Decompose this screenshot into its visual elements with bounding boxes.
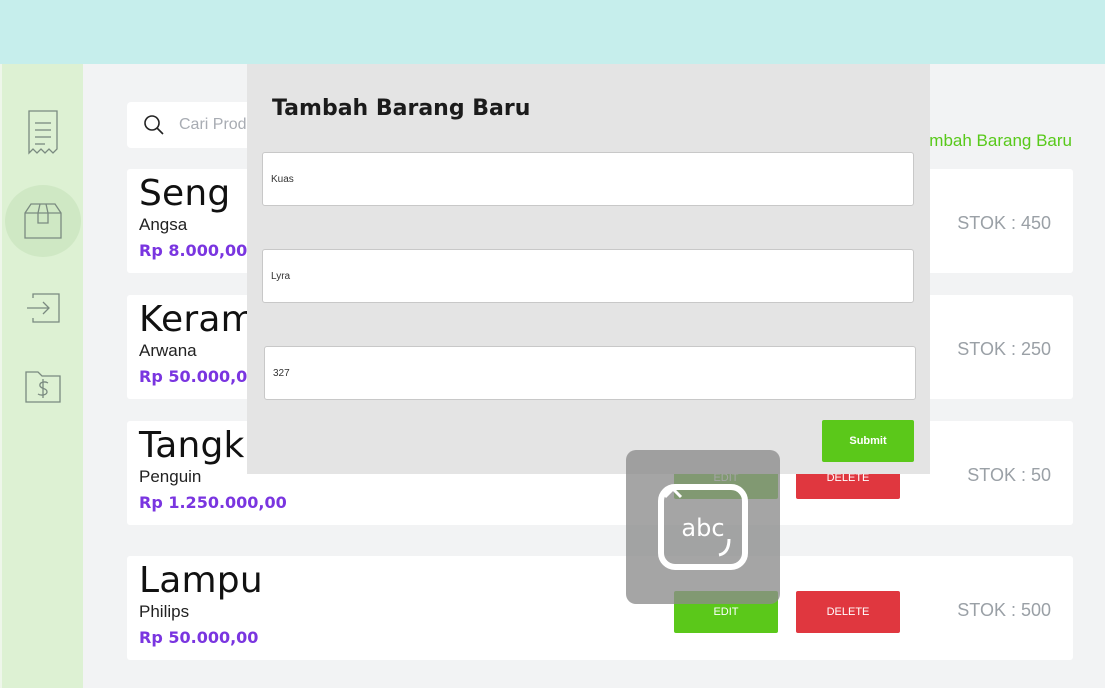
top-bar (0, 0, 1105, 64)
sidebar (0, 64, 83, 688)
modal-title: Tambah Barang Baru (272, 96, 531, 121)
product-stock: STOK : 450 (957, 213, 1051, 233)
keyboard-overlay-text: abc (681, 514, 724, 542)
product-brand-field[interactable] (262, 249, 914, 303)
product-card: Lampu Philips Rp 50.000,00 EDIT DELETE S… (127, 556, 1073, 660)
sidebar-item-incoming[interactable] (5, 272, 81, 344)
receipt-icon (28, 110, 58, 155)
product-name: Lampu (139, 560, 263, 601)
keyboard-overlay: abc (626, 450, 780, 604)
sidebar-item-finance[interactable] (5, 350, 81, 422)
sidebar-item-products[interactable] (5, 185, 81, 257)
product-name: Tangki (139, 425, 255, 466)
product-price: Rp 8.000,00 (139, 241, 248, 260)
product-stock: STOK : 500 (957, 600, 1051, 620)
product-brand: Arwana (139, 341, 197, 360)
sidebar-item-transactions[interactable] (5, 96, 81, 168)
product-brand: Penguin (139, 467, 202, 486)
submit-button[interactable]: Submit (822, 420, 914, 462)
add-product-modal: Tambah Barang Baru Submit (247, 64, 930, 474)
search-icon (144, 115, 164, 135)
money-folder-icon (25, 371, 61, 403)
add-product-link[interactable]: Tambah Barang Baru (911, 131, 1072, 151)
product-stock: STOK : 50 (967, 465, 1051, 485)
product-stock: STOK : 250 (957, 339, 1051, 359)
product-price: Rp 50.000,00 (139, 628, 259, 647)
product-brand: Philips (139, 602, 190, 621)
product-brand: Angsa (139, 215, 188, 234)
delete-button[interactable]: DELETE (796, 591, 900, 633)
box-icon (24, 203, 62, 239)
product-price: Rp 1.250.000,00 (139, 493, 287, 512)
product-stock-field[interactable] (264, 346, 916, 400)
keyboard-abc-icon: abc (658, 484, 748, 570)
product-name: Seng (139, 173, 231, 214)
product-name-field[interactable] (262, 152, 914, 206)
product-price: Rp 50.000,00 (139, 367, 259, 386)
login-icon (27, 293, 60, 323)
